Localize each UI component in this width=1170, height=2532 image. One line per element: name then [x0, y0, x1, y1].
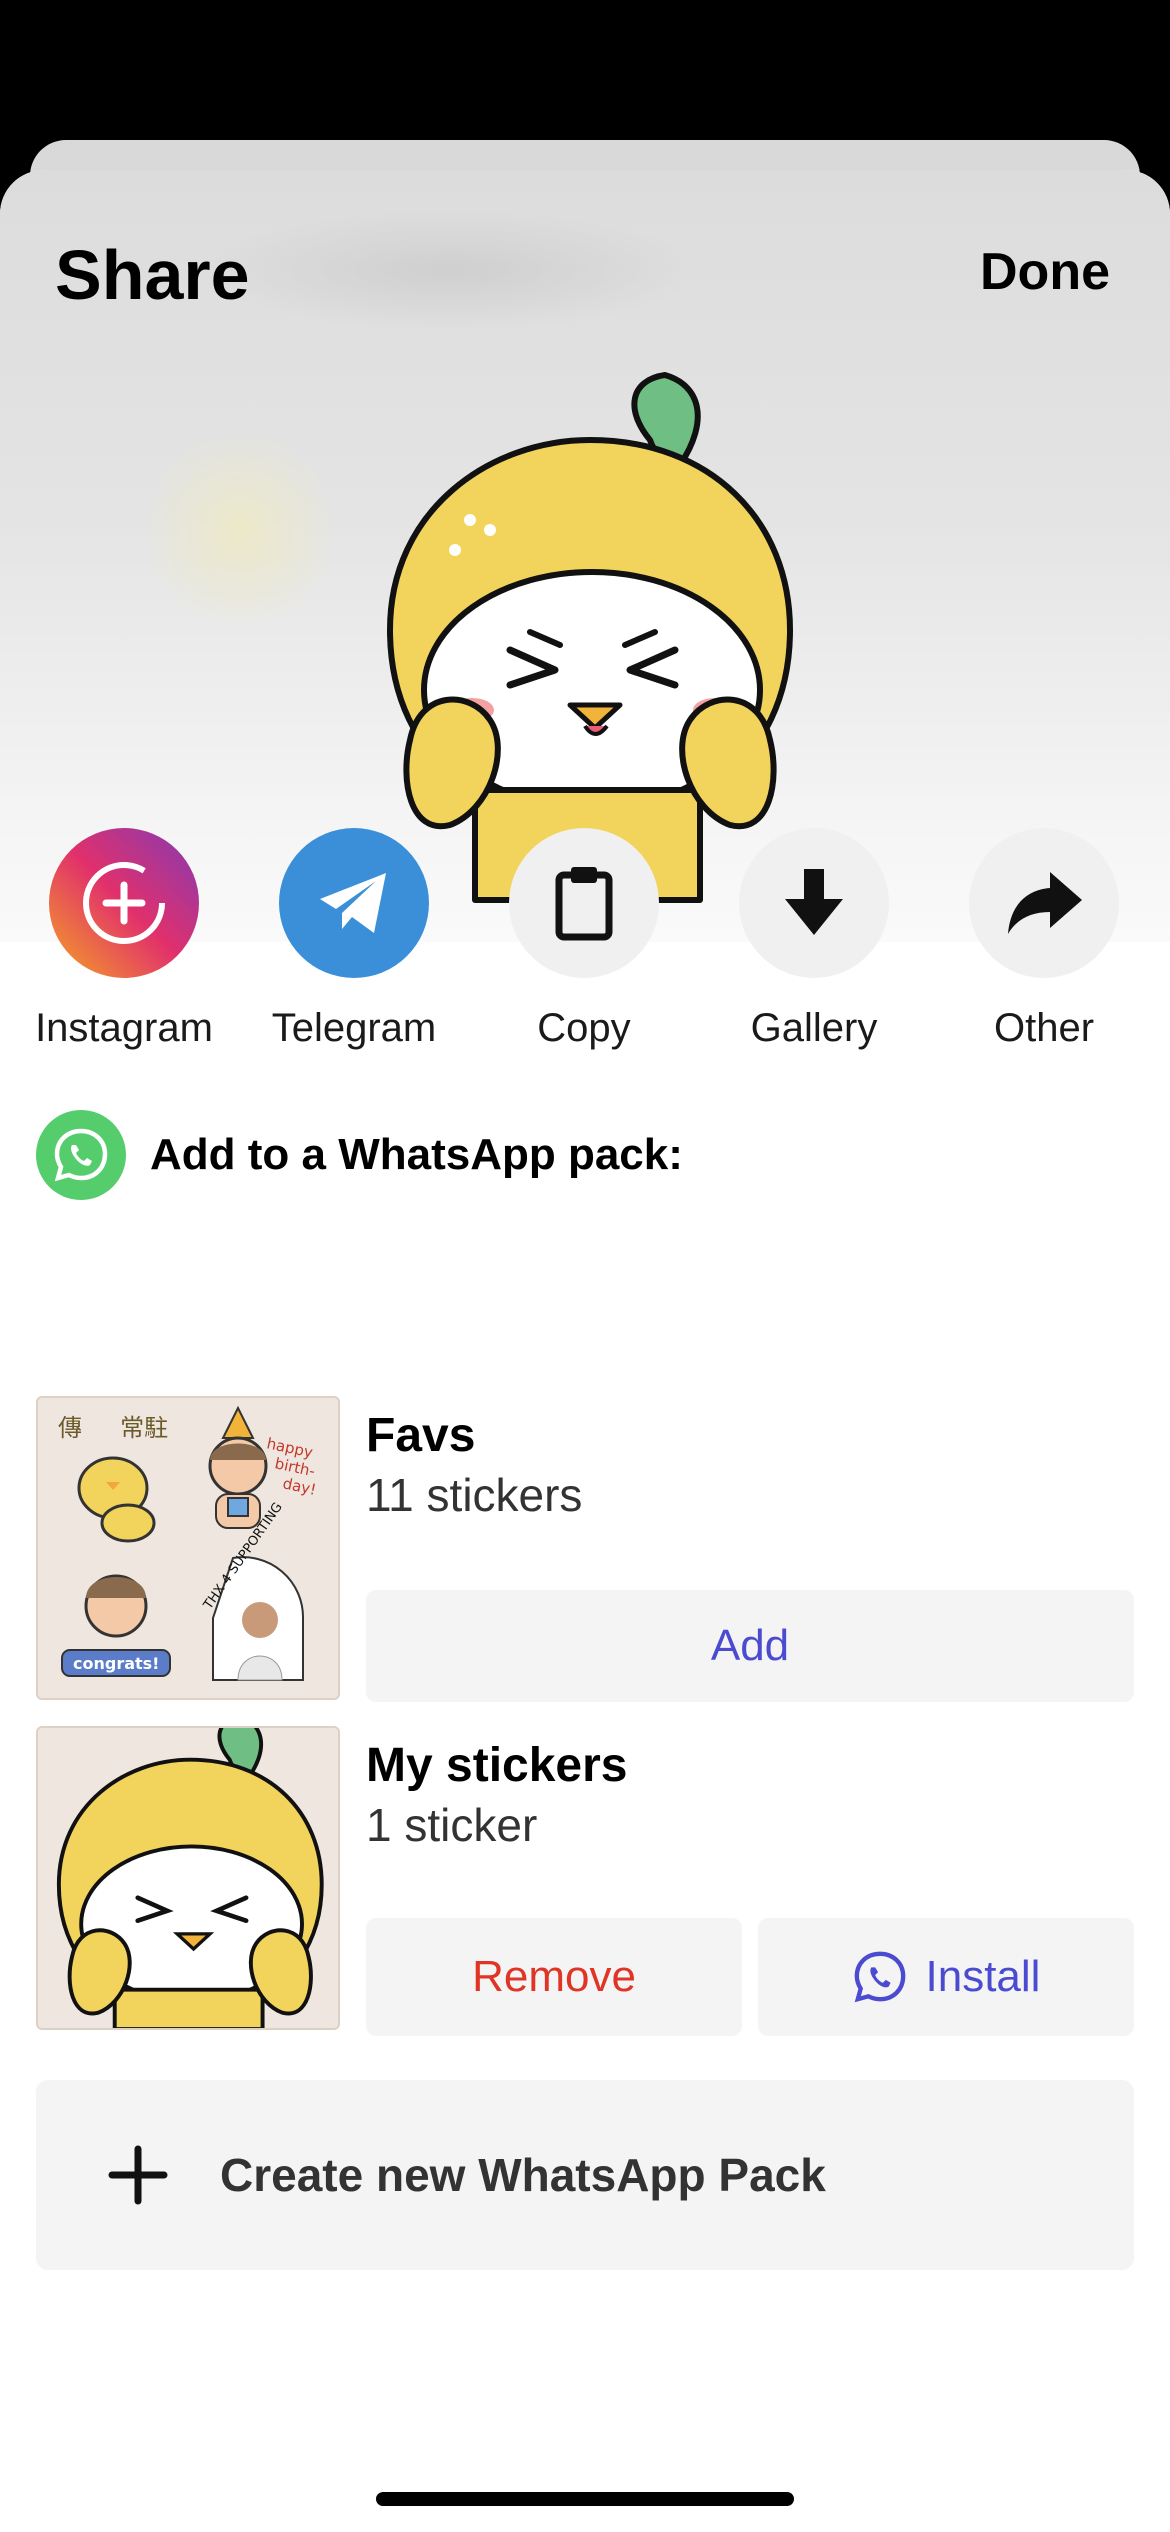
instagram-icon [49, 828, 199, 978]
whatsapp-section-header: Add to a WhatsApp pack: [36, 1110, 683, 1200]
telegram-icon [279, 828, 429, 978]
home-indicator[interactable] [376, 2492, 794, 2506]
my-stickers-thumbnail [36, 1726, 340, 2030]
blur-shape [150, 420, 330, 640]
sticker-chinese-text: 傳 常駐 [58, 1414, 168, 1442]
other-label: Other [993, 1006, 1095, 1050]
sticker-preview: Share Done [0, 170, 1170, 942]
favs-thumbnail: 傳 常駐 happy birth- day! congrats! THX 4 S… [36, 1396, 340, 1700]
add-to-pack-button[interactable]: Add [366, 1590, 1134, 1702]
pack-my-stickers: My stickers 1 sticker Remove Install [36, 1726, 1134, 2036]
pack-sticker-count: 1 sticker [366, 1799, 538, 1851]
share-other[interactable]: Other [934, 828, 1154, 1051]
download-arrow-icon [739, 828, 889, 978]
share-targets: Instagram Telegram Copy Gallery Other [0, 828, 1170, 1050]
pack-name: My stickers [366, 1739, 628, 1792]
telegram-label: Telegram [271, 1006, 437, 1050]
install-button[interactable]: Install [758, 1918, 1134, 2036]
whatsapp-heading: Add to a WhatsApp pack: [150, 1130, 683, 1179]
done-button[interactable]: Done [980, 242, 1110, 302]
remove-button[interactable]: Remove [366, 1918, 742, 2036]
create-pack-button[interactable]: Create new WhatsApp Pack [36, 2080, 1134, 2270]
pack-name: Favs [366, 1409, 476, 1462]
pack-sticker-count: 11 stickers [366, 1469, 583, 1521]
share-arrow-icon [969, 828, 1119, 978]
share-instagram[interactable]: Instagram [14, 828, 234, 1051]
share-gallery[interactable]: Gallery [704, 828, 924, 1051]
clipboard-icon [509, 828, 659, 978]
install-label: Install [925, 1952, 1041, 2001]
gallery-label: Gallery [750, 1006, 878, 1050]
pack-favs: 傳 常駐 happy birth- day! congrats! THX 4 S… [36, 1396, 1134, 1702]
whatsapp-icon [36, 1110, 126, 1200]
instagram-label: Instagram [35, 1006, 213, 1050]
sticker-congrats-text: congrats! [73, 1654, 159, 1673]
whatsapp-icon [854, 1951, 905, 2003]
plus-icon [108, 2145, 168, 2205]
copy-label: Copy [537, 1006, 631, 1050]
blur-shape [200, 210, 700, 330]
share-copy[interactable]: Copy [474, 828, 694, 1051]
share-telegram[interactable]: Telegram [244, 828, 464, 1051]
create-pack-label: Create new WhatsApp Pack [220, 2149, 826, 2201]
page-title: Share [55, 236, 250, 314]
